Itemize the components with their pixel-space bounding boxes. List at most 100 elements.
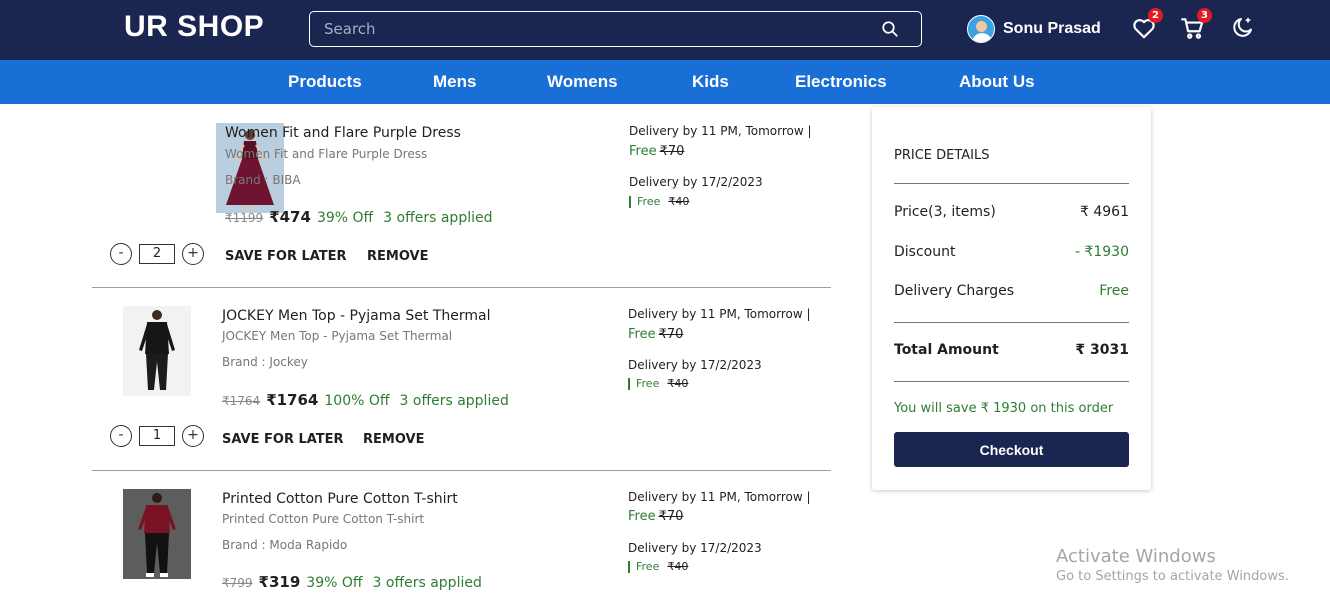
total-amount-label: Total Amount bbox=[894, 342, 999, 358]
price-value: ₹ 4961 bbox=[1080, 204, 1129, 220]
avatar bbox=[967, 15, 995, 43]
delivery-free-label: Free ₹40 bbox=[628, 378, 688, 390]
savings-note: You will save ₹ 1930 on this order bbox=[894, 401, 1114, 416]
search-input[interactable] bbox=[310, 12, 870, 46]
delivery-free-label: Free ₹70 bbox=[628, 509, 683, 524]
wishlist-button[interactable]: 2 bbox=[1131, 8, 1163, 41]
cart-count-badge: 3 bbox=[1197, 8, 1212, 23]
increase-quantity-button[interactable]: + bbox=[182, 425, 204, 447]
product-brand: Brand : Jockey bbox=[222, 355, 308, 369]
free-text: Free bbox=[636, 560, 660, 573]
decrease-quantity-button[interactable]: - bbox=[110, 243, 132, 265]
discount-percent: 100% Off bbox=[324, 393, 390, 409]
offers-applied[interactable]: 3 offers applied bbox=[400, 393, 509, 409]
product-image[interactable] bbox=[123, 489, 191, 579]
product-subtitle: Printed Cotton Pure Cotton T-shirt bbox=[222, 512, 425, 526]
price-details-card: PRICE DETAILS Price(3, items) ₹ 4961 Dis… bbox=[872, 107, 1151, 490]
original-price: ₹1764 bbox=[222, 394, 261, 408]
offers-applied[interactable]: 3 offers applied bbox=[373, 575, 482, 591]
delivery-free-label: Free ₹40 bbox=[629, 196, 689, 208]
free-text: Free bbox=[637, 195, 661, 208]
product-title[interactable]: JOCKEY Men Top - Pyjama Set Thermal bbox=[222, 308, 491, 324]
discount-percent: 39% Off bbox=[306, 575, 363, 591]
current-price: ₹1764 bbox=[266, 391, 319, 409]
price-row: Price(3, items) ₹ 4961 bbox=[894, 204, 1129, 220]
divider bbox=[894, 322, 1129, 323]
delivery-date: Delivery by 17/2/2023 bbox=[628, 358, 762, 372]
delivery-free-label: Free ₹40 bbox=[628, 561, 688, 573]
quantity-stepper: - 2 + bbox=[110, 243, 204, 265]
nav-item-kids[interactable]: Kids bbox=[692, 72, 729, 92]
delivery-charges-value: Free bbox=[1099, 283, 1129, 299]
product-pricing: ₹799 ₹319 39% Off 3 offers applied bbox=[222, 573, 482, 591]
price-details-heading: PRICE DETAILS bbox=[894, 148, 990, 163]
product-title[interactable]: Printed Cotton Pure Cotton T-shirt bbox=[222, 491, 458, 507]
price-label: Price(3, items) bbox=[894, 204, 996, 220]
quantity-stepper: - 1 + bbox=[110, 425, 204, 447]
save-for-later-button[interactable]: SAVE FOR LATER bbox=[225, 249, 347, 264]
username: Sonu Prasad bbox=[1003, 20, 1101, 37]
top-header: UR SHOP Sonu Prasad 2 3 bbox=[0, 0, 1330, 60]
save-for-later-button[interactable]: SAVE FOR LATER bbox=[222, 432, 344, 447]
quantity-field[interactable]: 1 bbox=[139, 426, 175, 446]
product-brand: Brand : BIBA bbox=[225, 173, 301, 187]
offers-applied[interactable]: 3 offers applied bbox=[383, 210, 492, 226]
product-title[interactable]: Women Fit and Flare Purple Dress bbox=[225, 125, 461, 141]
item-divider bbox=[92, 287, 831, 288]
watermark-title: Activate Windows bbox=[1056, 546, 1216, 567]
remove-button[interactable]: REMOVE bbox=[367, 249, 428, 264]
discount-percent: 39% Off bbox=[316, 210, 374, 226]
current-price: ₹474 bbox=[269, 208, 311, 226]
free-text: Free bbox=[628, 509, 656, 524]
divider bbox=[894, 381, 1129, 382]
theme-toggle-button[interactable] bbox=[1231, 15, 1257, 41]
product-subtitle: JOCKEY Men Top - Pyjama Set Thermal bbox=[222, 329, 453, 343]
nav-item-mens[interactable]: Mens bbox=[433, 72, 476, 92]
product-pricing: ₹1199 ₹474 39% Off 3 offers applied bbox=[225, 208, 493, 226]
delivery-free-label: Free ₹70 bbox=[628, 327, 683, 342]
total-amount-row: Total Amount ₹ 3031 bbox=[894, 342, 1129, 358]
nav-item-products[interactable]: Products bbox=[288, 72, 362, 92]
product-brand: Brand : Moda Rapido bbox=[222, 538, 348, 552]
windows-activation-watermark: Activate Windows Go to Settings to activ… bbox=[1056, 546, 1289, 584]
nav-item-womens[interactable]: Womens bbox=[547, 72, 618, 92]
decrease-quantity-button[interactable]: - bbox=[110, 425, 132, 447]
free-text: Free bbox=[628, 327, 656, 342]
delivery-info: Delivery by 11 PM, Tomorrow | bbox=[628, 490, 811, 504]
delivery-free-label: Free ₹70 bbox=[629, 144, 684, 159]
delivery-date: Delivery by 17/2/2023 bbox=[629, 175, 763, 189]
search-icon[interactable] bbox=[881, 20, 899, 38]
quantity-field[interactable]: 2 bbox=[139, 244, 175, 264]
total-amount-value: ₹ 3031 bbox=[1075, 342, 1129, 358]
product-image[interactable] bbox=[123, 306, 191, 396]
discount-value: - ₹1930 bbox=[1074, 244, 1129, 260]
user-profile[interactable]: Sonu Prasad bbox=[967, 14, 1101, 44]
current-price: ₹319 bbox=[258, 573, 301, 591]
cart-button[interactable]: 3 bbox=[1180, 8, 1212, 41]
watermark-subtitle: Go to Settings to activate Windows. bbox=[1056, 569, 1289, 584]
divider bbox=[894, 183, 1129, 184]
delivery-charges-label: Delivery Charges bbox=[894, 283, 1015, 299]
search-bar bbox=[309, 11, 922, 47]
moon-icon bbox=[1233, 17, 1252, 37]
nav-item-about-us[interactable]: About Us bbox=[959, 72, 1035, 92]
free-text: Free bbox=[636, 377, 660, 390]
nav-item-electronics[interactable]: Electronics bbox=[795, 72, 887, 92]
product-subtitle: Women Fit and Flare Purple Dress bbox=[225, 147, 428, 161]
delivery-strike-price: ₹40 bbox=[668, 195, 690, 208]
delivery-date: Delivery by 17/2/2023 bbox=[628, 541, 762, 555]
item-divider bbox=[92, 470, 831, 471]
shop-logo[interactable]: UR SHOP bbox=[124, 10, 264, 44]
discount-row: Discount - ₹1930 bbox=[894, 244, 1129, 260]
increase-quantity-button[interactable]: + bbox=[182, 243, 204, 265]
category-nav: Products Mens Womens Kids Electronics Ab… bbox=[0, 60, 1330, 104]
original-price: ₹1199 bbox=[225, 211, 264, 225]
product-pricing: ₹1764 ₹1764 100% Off 3 offers applied bbox=[222, 391, 509, 409]
delivery-strike-price: ₹70 bbox=[658, 509, 684, 524]
remove-button[interactable]: REMOVE bbox=[363, 432, 424, 447]
checkout-button[interactable]: Checkout bbox=[894, 432, 1129, 467]
delivery-charges-row: Delivery Charges Free bbox=[894, 283, 1129, 299]
discount-label: Discount bbox=[894, 244, 956, 260]
delivery-info: Delivery by 11 PM, Tomorrow | bbox=[629, 124, 812, 138]
delivery-strike-price: ₹70 bbox=[659, 144, 685, 159]
